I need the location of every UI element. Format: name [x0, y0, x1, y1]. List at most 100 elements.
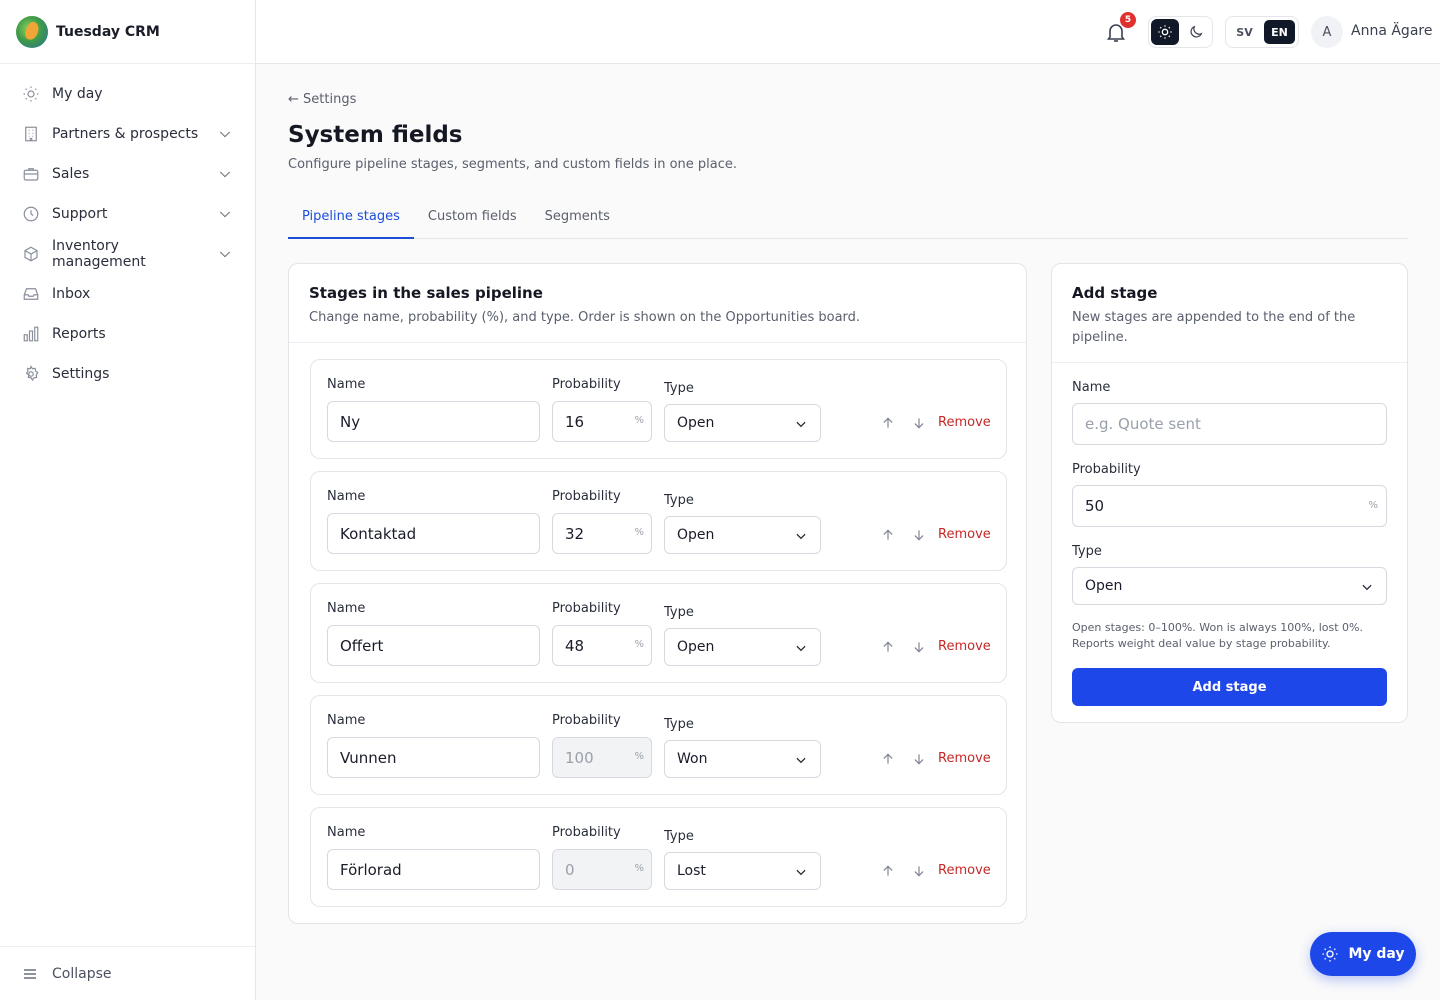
lifebuoy-icon: [23, 206, 39, 222]
type-label: Type: [664, 381, 694, 396]
stage-type-select[interactable]: Won: [664, 740, 821, 778]
lang-sv-button[interactable]: SV: [1229, 20, 1260, 44]
lang-en-button[interactable]: EN: [1264, 20, 1295, 44]
chevron-down-icon[interactable]: [217, 206, 233, 222]
type-value: Open: [1085, 578, 1123, 594]
avatar[interactable]: A: [1311, 16, 1343, 48]
menu-icon: [24, 968, 36, 979]
moon-icon: [1190, 25, 1203, 38]
dark-theme-button[interactable]: [1183, 19, 1211, 45]
probability-label: Probability: [552, 377, 621, 392]
probability-value: 32: [565, 524, 585, 543]
arrow-up-icon[interactable]: [881, 528, 895, 542]
remove-button[interactable]: Remove: [938, 751, 991, 766]
type-value: Open: [677, 527, 715, 543]
page-title: System fields: [288, 122, 463, 148]
chevron-down-icon: [796, 421, 806, 428]
type-label: Type: [664, 605, 694, 620]
stage-type-select[interactable]: Open: [664, 516, 821, 554]
stage-row: Name Probability Type Förlorad 0% Lost R…: [310, 807, 1007, 907]
sun-icon: [23, 86, 39, 102]
sidebar-item-settings[interactable]: Settings: [0, 354, 255, 394]
sidebar-item-partners[interactable]: Partners & prospects: [0, 114, 255, 154]
sidebar-item-my-day[interactable]: My day: [0, 74, 255, 114]
remove-button[interactable]: Remove: [938, 639, 991, 654]
arrow-down-icon[interactable]: [912, 528, 926, 542]
stage-type-select[interactable]: Open: [664, 628, 821, 666]
page-subtitle: Configure pipeline stages, segments, and…: [288, 157, 737, 172]
stages-card-header: Stages in the sales pipeline Change name…: [289, 264, 1026, 343]
stage-row: Name Probability Type Kontaktad 32% Open…: [310, 471, 1007, 571]
chevron-down-icon[interactable]: [217, 246, 233, 262]
stage-probability-input[interactable]: 48%: [552, 625, 652, 666]
stage-name-input[interactable]: Kontaktad: [327, 513, 540, 554]
new-stage-probability-input[interactable]: 50%: [1072, 485, 1387, 527]
probability-label: Probability: [552, 489, 621, 504]
sidebar-item-inbox[interactable]: Inbox: [0, 274, 255, 314]
stage-probability-input[interactable]: 32%: [552, 513, 652, 554]
name-label: Name: [1072, 380, 1111, 395]
stage-probability-input[interactable]: 16%: [552, 401, 652, 442]
chevron-down-icon: [796, 533, 806, 540]
sun-icon: [1158, 25, 1172, 39]
stage-type-select[interactable]: Open: [664, 404, 821, 442]
stage-type-select[interactable]: Lost: [664, 852, 821, 890]
top-bar: 5 SV EN A Anna Ägare: [256, 0, 1440, 64]
chevron-down-icon: [796, 645, 806, 652]
theme-toggle: [1148, 16, 1213, 48]
remove-button[interactable]: Remove: [938, 863, 991, 878]
chevron-down-icon[interactable]: [217, 126, 233, 142]
collapse-button[interactable]: Collapse: [0, 946, 255, 1000]
stage-name-input[interactable]: Förlorad: [327, 849, 540, 890]
sidebar-item-sales[interactable]: Sales: [0, 154, 255, 194]
chevron-down-icon: [1362, 584, 1372, 591]
tab-custom-fields[interactable]: Custom fields: [414, 200, 531, 238]
stage-row: Name Probability Type Ny 16% Open Remove: [310, 359, 1007, 459]
stage-name-input[interactable]: Vunnen: [327, 737, 540, 778]
inbox-icon: [23, 288, 39, 300]
remove-button[interactable]: Remove: [938, 415, 991, 430]
stage-name-input[interactable]: Ny: [327, 401, 540, 442]
stages-card: Stages in the sales pipeline Change name…: [288, 263, 1027, 924]
probability-label: Probability: [1072, 462, 1141, 477]
sidebar-item-label: Inventory management: [52, 238, 146, 270]
chevron-down-icon[interactable]: [217, 166, 233, 182]
stages-card-description: Change name, probability (%), and type. …: [309, 310, 861, 325]
sidebar-item-label: Inbox: [52, 286, 91, 302]
tab-pipeline-stages[interactable]: Pipeline stages: [288, 200, 414, 239]
sidebar-item-reports[interactable]: Reports: [0, 314, 255, 354]
stage-row: Name Probability Type Vunnen 100% Won Re…: [310, 695, 1007, 795]
stage-name-input[interactable]: Offert: [327, 625, 540, 666]
tab-segments[interactable]: Segments: [531, 200, 624, 238]
probability-label: Probability: [552, 601, 621, 616]
arrow-down-icon[interactable]: [912, 752, 926, 766]
arrow-down-icon[interactable]: [912, 416, 926, 430]
sidebar-item-inventory[interactable]: Inventory management: [0, 234, 255, 274]
arrow-up-icon[interactable]: [881, 640, 895, 654]
my-day-fab[interactable]: My day: [1310, 932, 1416, 976]
arrow-up-icon[interactable]: [881, 864, 895, 878]
back-link[interactable]: ← Settings: [288, 92, 356, 107]
light-theme-button[interactable]: [1151, 19, 1179, 45]
sidebar-item-support[interactable]: Support: [0, 194, 255, 234]
arrow-down-icon[interactable]: [912, 864, 926, 878]
new-stage-type-select[interactable]: Open: [1072, 567, 1387, 605]
remove-button[interactable]: Remove: [938, 527, 991, 542]
name-label: Name: [327, 377, 366, 392]
arrow-down-icon[interactable]: [912, 640, 926, 654]
notification-badge: 5: [1120, 12, 1136, 28]
probability-value: 100: [565, 748, 594, 767]
tab-bar: Pipeline stages Custom fields Segments: [288, 200, 1408, 239]
add-stage-button[interactable]: Add stage: [1072, 668, 1387, 706]
stages-card-title: Stages in the sales pipeline: [309, 284, 543, 302]
app-logo: [16, 15, 48, 48]
type-label: Type: [664, 829, 694, 844]
percent-suffix: %: [634, 751, 644, 762]
user-name[interactable]: Anna Ägare: [1351, 23, 1432, 39]
arrow-up-icon[interactable]: [881, 416, 895, 430]
arrow-up-icon[interactable]: [881, 752, 895, 766]
new-stage-name-input[interactable]: e.g. Quote sent: [1072, 403, 1387, 445]
type-value: Open: [677, 415, 715, 431]
sidebar: Tuesday CRM My day Partners & prospects …: [0, 0, 256, 1000]
brand[interactable]: Tuesday CRM: [0, 0, 255, 64]
